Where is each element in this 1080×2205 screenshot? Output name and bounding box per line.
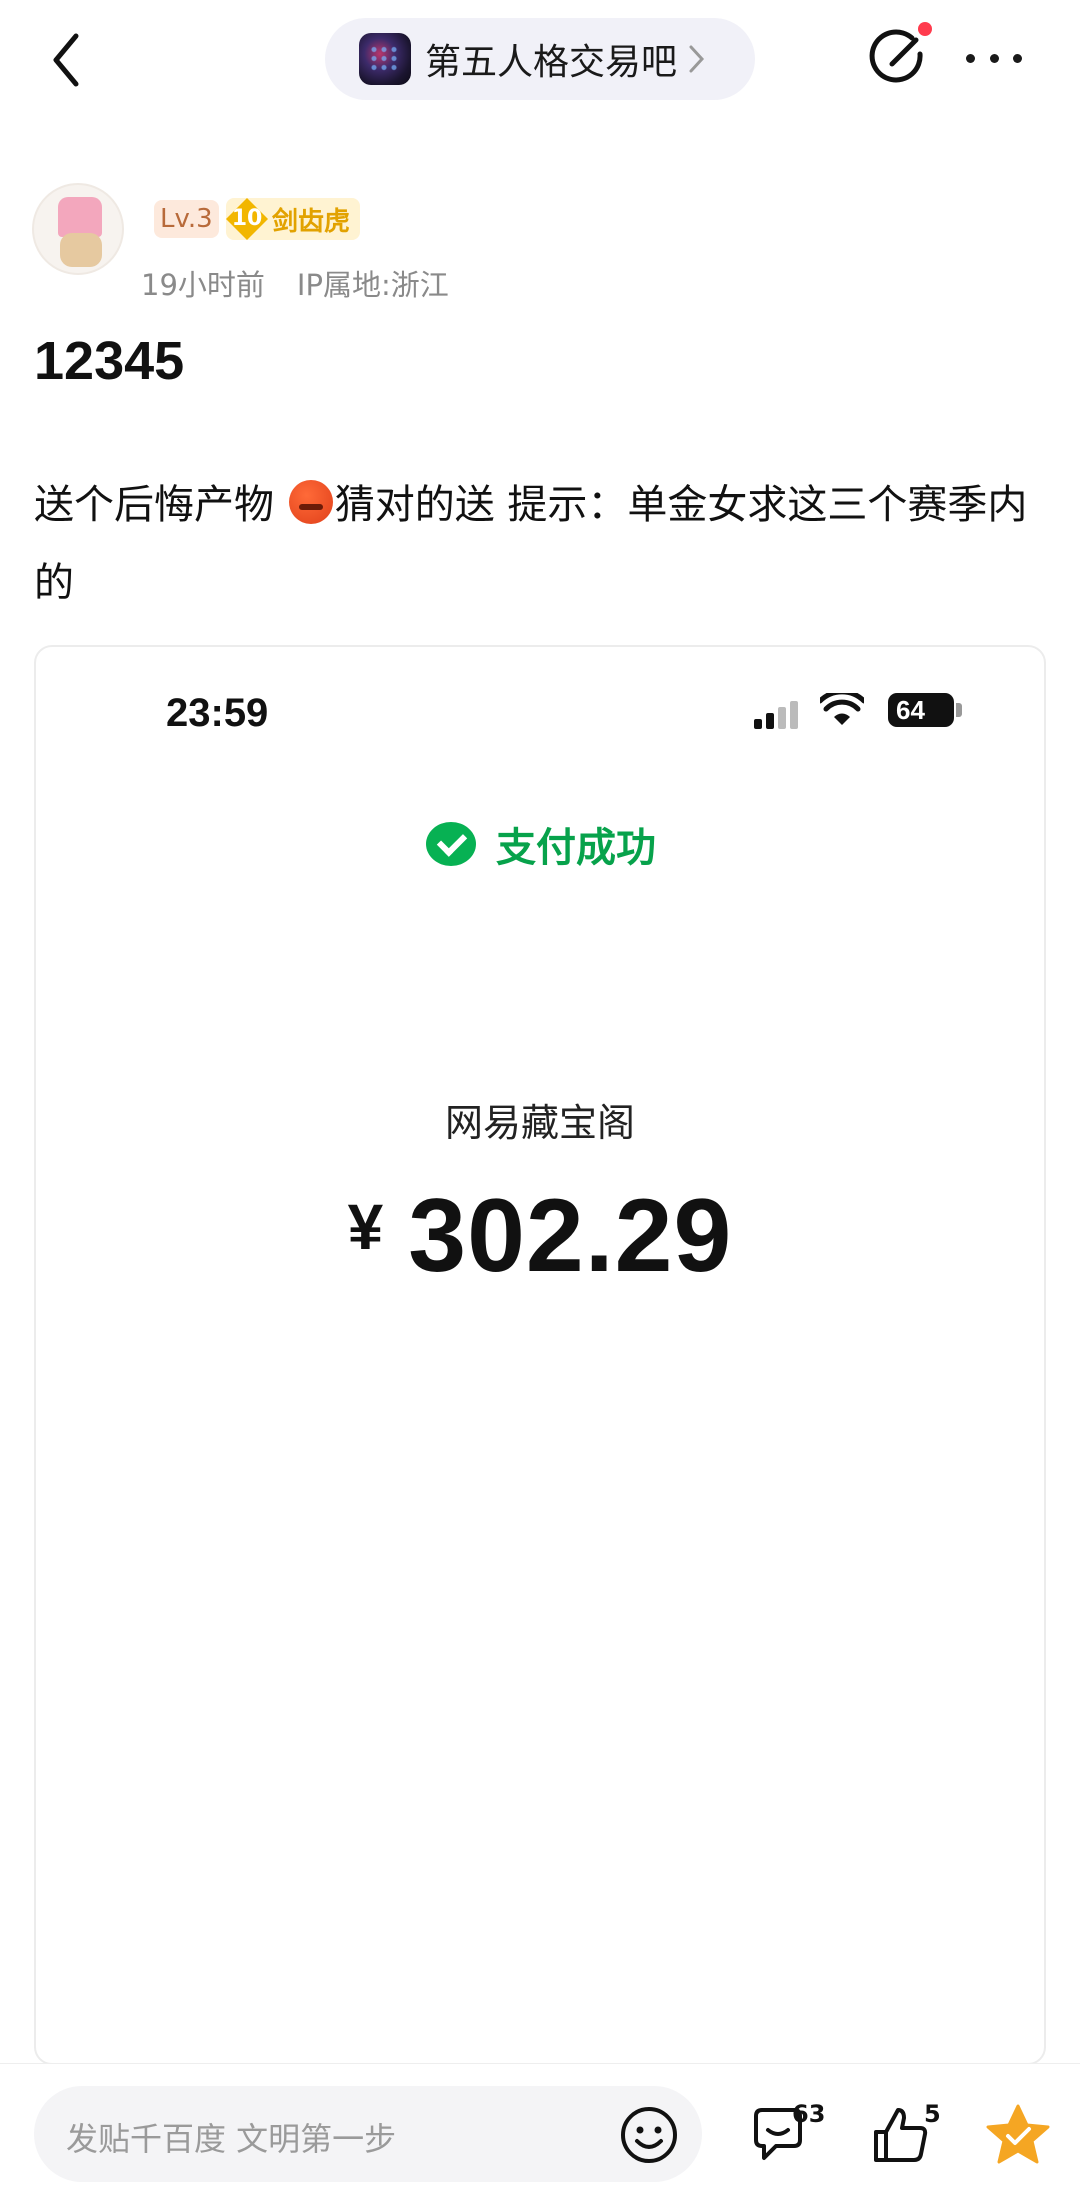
payment-status: 支付成功 <box>426 815 656 873</box>
bottom-bar: 发贴千百度 文明第一步 63 5 <box>0 2063 1080 2205</box>
currency-symbol: ¥ <box>347 1191 385 1263</box>
wechat-pay-icon <box>426 822 476 866</box>
level-badge: Lv.3 <box>154 200 219 238</box>
forum-avatar <box>359 33 411 85</box>
reply-placeholder: 发贴千百度 文明第一步 <box>66 2120 397 2158</box>
badge-name: 剑齿虎 <box>272 206 351 237</box>
top-bar: 第五人格交易吧 <box>0 0 1080 120</box>
merchant-name: 网易藏宝阁 <box>444 1101 635 1145</box>
battery-tip <box>956 703 962 717</box>
reply-input[interactable]: 发贴千百度 文明第一步 <box>34 2086 702 2182</box>
status-time: 23:59 <box>166 691 269 735</box>
wifi-icon <box>820 693 864 725</box>
forum-entry-button[interactable]: 第五人格交易吧 <box>325 18 755 100</box>
like-icon[interactable] <box>870 2104 932 2166</box>
payment-status-text: 支付成功 <box>496 825 656 871</box>
comment-count: 63 <box>792 2100 826 2128</box>
notification-dot <box>918 22 932 36</box>
more-icon[interactable] <box>966 48 1022 68</box>
payment-amount: ¥302.29 <box>36 1177 1044 1296</box>
star-icon[interactable] <box>984 2102 1052 2168</box>
post-image[interactable]: 23:59 64 支付成功 网易藏宝阁 ¥302.29 <box>34 645 1046 2065</box>
emoji-icon <box>288 480 333 524</box>
back-icon[interactable] <box>44 28 88 92</box>
avatar[interactable] <box>32 183 124 275</box>
post-meta: 19小时前 IP属地:浙江 <box>141 262 449 304</box>
emoji-icon[interactable] <box>618 2104 680 2166</box>
badge-level: 10 <box>226 198 268 240</box>
post-time: 19小时前 <box>141 268 265 302</box>
signal-icon <box>754 701 798 729</box>
battery-level: 64 <box>896 695 925 725</box>
member-badge: 10 剑齿虎 <box>226 198 361 240</box>
post-text-part1: 送个后悔产物 <box>34 482 287 528</box>
amount-value: 302.29 <box>408 1178 733 1294</box>
like-count: 5 <box>924 2100 941 2128</box>
edit-icon[interactable] <box>868 28 928 88</box>
chevron-right-icon <box>689 45 705 73</box>
forum-name: 第五人格交易吧 <box>425 42 678 83</box>
post-content: 送个后悔产物 猜对的送 提示：单金女求这三个赛季内的 <box>34 466 1044 622</box>
battery-icon: 64 <box>888 693 954 727</box>
post-title: 12345 <box>34 331 185 391</box>
ip-location: IP属地:浙江 <box>296 268 449 302</box>
